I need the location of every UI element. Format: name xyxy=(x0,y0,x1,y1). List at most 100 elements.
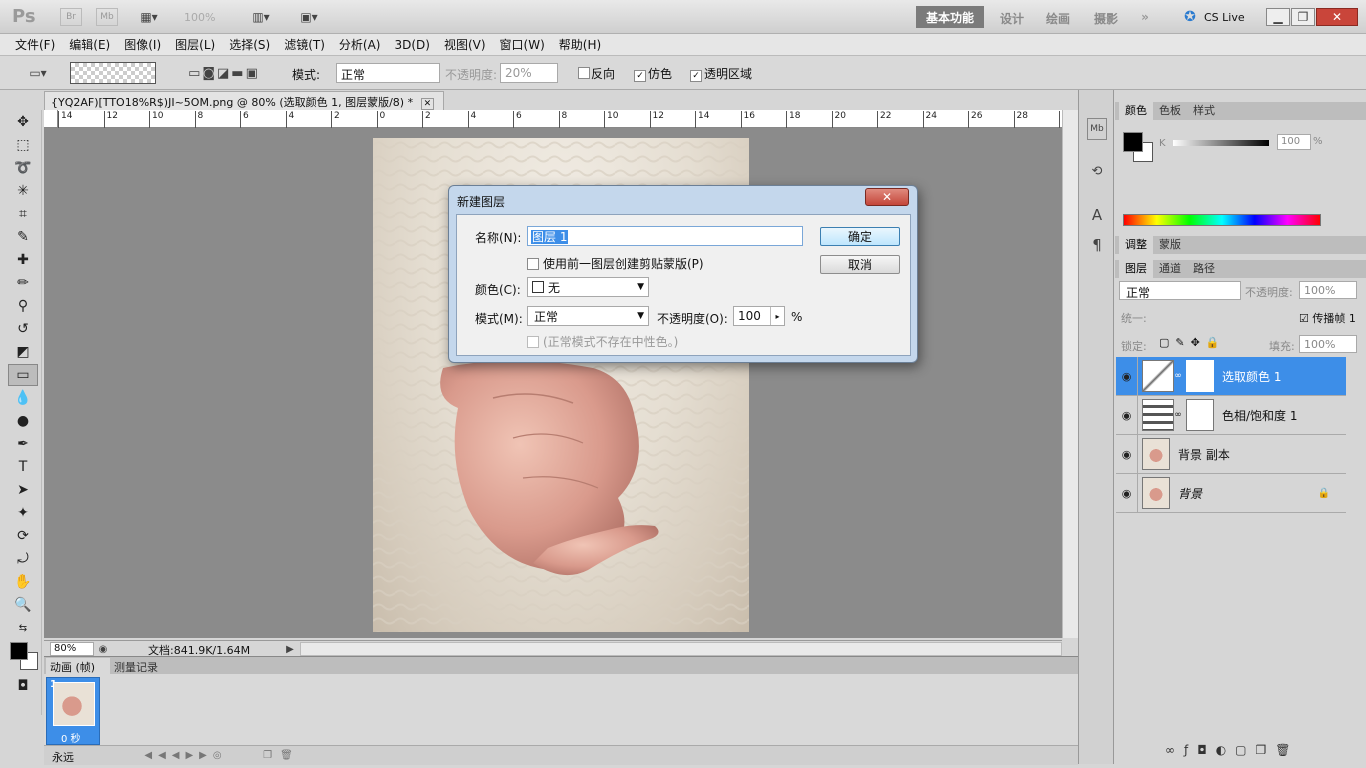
layer-name-input[interactable]: 图层 1 xyxy=(527,226,803,246)
tab-masks[interactable]: 蒙版 xyxy=(1153,234,1187,254)
frame-delay[interactable]: 0 秒 xyxy=(61,730,81,745)
mini-bridge-icon[interactable]: Mb xyxy=(96,8,118,26)
dodge-tool-icon[interactable]: ● xyxy=(8,410,38,432)
mini-bridge-panel-icon[interactable]: Mb xyxy=(1087,118,1107,140)
k-value-input[interactable]: 100 xyxy=(1277,134,1311,150)
workspace-essentials[interactable]: 基本功能 xyxy=(916,6,984,28)
foreground-color[interactable] xyxy=(10,642,28,660)
menu-layer[interactable]: 图层(L) xyxy=(168,36,222,53)
menu-edit[interactable]: 编辑(E) xyxy=(62,36,117,53)
color-select[interactable]: 无 ▼ xyxy=(527,277,649,297)
frame-actions-icon[interactable]: ❐🗑 xyxy=(252,748,312,762)
pen-tool-icon[interactable]: ✒ xyxy=(8,433,38,455)
document-tab[interactable]: {YQ2AF)[TTO18%R$)JI~5OM.png @ 80% (选取颜色 … xyxy=(44,91,444,110)
gradient-picker[interactable] xyxy=(70,62,156,84)
menu-window[interactable]: 窗口(W) xyxy=(493,36,552,53)
menu-view[interactable]: 视图(V) xyxy=(437,36,493,53)
layer-opacity-input[interactable]: 100% xyxy=(1299,281,1357,299)
layer-row[interactable]: ◉ 背景 副本 xyxy=(1116,434,1346,474)
marquee-tool-icon[interactable]: ⬚ xyxy=(8,134,38,156)
swap-colors-icon[interactable]: ⇆ xyxy=(8,617,38,639)
reverse-check-box[interactable] xyxy=(578,67,590,79)
color-fg-swatch[interactable] xyxy=(1123,132,1143,152)
hand-tool-icon[interactable]: ✋ xyxy=(8,571,38,593)
menu-select[interactable]: 选择(S) xyxy=(222,36,277,53)
tab-styles[interactable]: 样式 xyxy=(1187,100,1221,120)
visibility-eye-icon[interactable]: ◉ xyxy=(1116,395,1138,435)
view-extras-icon[interactable]: ▦▾ xyxy=(132,7,166,27)
opacity-input[interactable]: 20% xyxy=(500,63,558,83)
status-info-icon[interactable]: ◉ xyxy=(96,642,110,656)
menu-help[interactable]: 帮助(H) xyxy=(552,36,608,53)
loop-select[interactable]: 永远 xyxy=(52,749,74,765)
fill-input[interactable]: 100% xyxy=(1299,335,1357,353)
layer-row[interactable]: ◉ ∞ 色相/饱和度 1 xyxy=(1116,395,1346,435)
crop-tool-icon[interactable]: ⌗ xyxy=(8,203,38,225)
visibility-eye-icon[interactable]: ◉ xyxy=(1116,356,1138,396)
workspace-design[interactable]: 设计 xyxy=(1000,10,1024,27)
status-menu-arrow-icon[interactable]: ▶ xyxy=(284,642,296,656)
neutral-color-check-box[interactable] xyxy=(527,335,539,348)
dither-checkbox[interactable]: ✓ xyxy=(634,67,646,82)
tab-color[interactable]: 颜色 xyxy=(1119,100,1153,120)
mask-link-icon[interactable]: ∞ xyxy=(1174,371,1182,381)
gradient-type-buttons[interactable]: ▭◙◪▬▣ xyxy=(174,64,274,82)
blur-tool-icon[interactable]: 💧 xyxy=(8,387,38,409)
tab-paths[interactable]: 路径 xyxy=(1187,258,1221,278)
opacity-input[interactable]: 100 ▸ xyxy=(733,306,785,326)
blend-mode-select[interactable]: 正常 xyxy=(1119,281,1241,300)
more-workspaces-icon[interactable]: » xyxy=(1136,8,1154,26)
character-panel-icon[interactable]: A xyxy=(1087,204,1107,226)
dialog-close-icon[interactable]: ✕ xyxy=(865,188,909,206)
screen-mode-icon[interactable]: ▣▾ xyxy=(292,7,326,27)
transparency-check-box[interactable]: ✓ xyxy=(690,70,702,82)
restore-icon[interactable]: ❐ xyxy=(1291,8,1315,26)
clip-mask-check-box[interactable] xyxy=(527,257,539,270)
minimize-icon[interactable]: ▁ xyxy=(1266,8,1290,26)
menu-image[interactable]: 图像(I) xyxy=(117,36,168,53)
lasso-tool-icon[interactable]: ➰ xyxy=(8,157,38,179)
paragraph-panel-icon[interactable]: ¶ xyxy=(1087,234,1107,256)
mask-thumbnail[interactable] xyxy=(1186,360,1214,392)
tab-swatches[interactable]: 色板 xyxy=(1153,100,1187,120)
tab-measurement[interactable]: 测量记录 xyxy=(114,659,158,675)
healing-brush-icon[interactable]: ✚ xyxy=(8,249,38,271)
history-brush-icon[interactable]: ↺ xyxy=(8,318,38,340)
color-swatches[interactable] xyxy=(8,640,41,674)
ok-button[interactable]: 确定 xyxy=(820,227,900,246)
cancel-button[interactable]: 取消 xyxy=(820,255,900,274)
menu-file[interactable]: 文件(F) xyxy=(8,36,62,53)
color-spectrum[interactable] xyxy=(1123,214,1321,226)
layer-row[interactable]: ◉ ∞ 选取颜色 1 xyxy=(1116,356,1346,396)
type-tool-icon[interactable]: T xyxy=(8,456,38,478)
reverse-checkbox[interactable] xyxy=(578,67,590,82)
eyedropper-icon[interactable]: ✎ xyxy=(8,226,38,248)
tab-adjustments[interactable]: 调整 xyxy=(1119,234,1153,254)
eraser-tool-icon[interactable]: ◩ xyxy=(8,341,38,363)
cs-live-icon[interactable]: ✪ xyxy=(1182,8,1198,26)
magic-wand-icon[interactable]: ✳ xyxy=(8,180,38,202)
layer-actions-bar[interactable]: ∞ƒ◘◐▢❐🗑 xyxy=(1165,743,1300,757)
k-slider[interactable] xyxy=(1173,140,1269,146)
horizontal-scrollbar[interactable] xyxy=(300,642,1062,656)
clip-mask-checkbox[interactable]: 使用前一图层创建剪贴蒙版(P) xyxy=(527,255,704,272)
zoom-input[interactable]: 80% xyxy=(50,642,94,656)
lock-icons[interactable]: ▢✎✥🔒 xyxy=(1159,336,1226,349)
dither-check-box[interactable]: ✓ xyxy=(634,70,646,82)
playback-controls[interactable]: ◀◀◀▶▶◎ xyxy=(106,748,266,762)
path-selection-icon[interactable]: ➤ xyxy=(8,479,38,501)
brush-tool-icon[interactable]: ✏ xyxy=(8,272,38,294)
close-icon[interactable]: ✕ xyxy=(1316,8,1358,26)
zoom-tool-icon[interactable]: 🔍 xyxy=(8,594,38,616)
quick-mask-icon[interactable]: ◘ xyxy=(8,675,38,697)
tab-animation[interactable]: 动画 (帧) xyxy=(46,658,110,674)
menu-filter[interactable]: 滤镜(T) xyxy=(277,36,332,53)
ruler-origin[interactable] xyxy=(44,110,58,128)
history-panel-icon[interactable]: ⟲ xyxy=(1087,160,1107,182)
clone-stamp-icon[interactable]: ⚲ xyxy=(8,295,38,317)
cs-live-menu[interactable]: CS Live xyxy=(1204,11,1245,24)
bridge-icon[interactable]: Br xyxy=(60,8,82,26)
workspace-painting[interactable]: 绘画 xyxy=(1046,10,1070,27)
tab-layers[interactable]: 图层 xyxy=(1119,258,1153,278)
mask-thumbnail[interactable] xyxy=(1186,399,1214,431)
